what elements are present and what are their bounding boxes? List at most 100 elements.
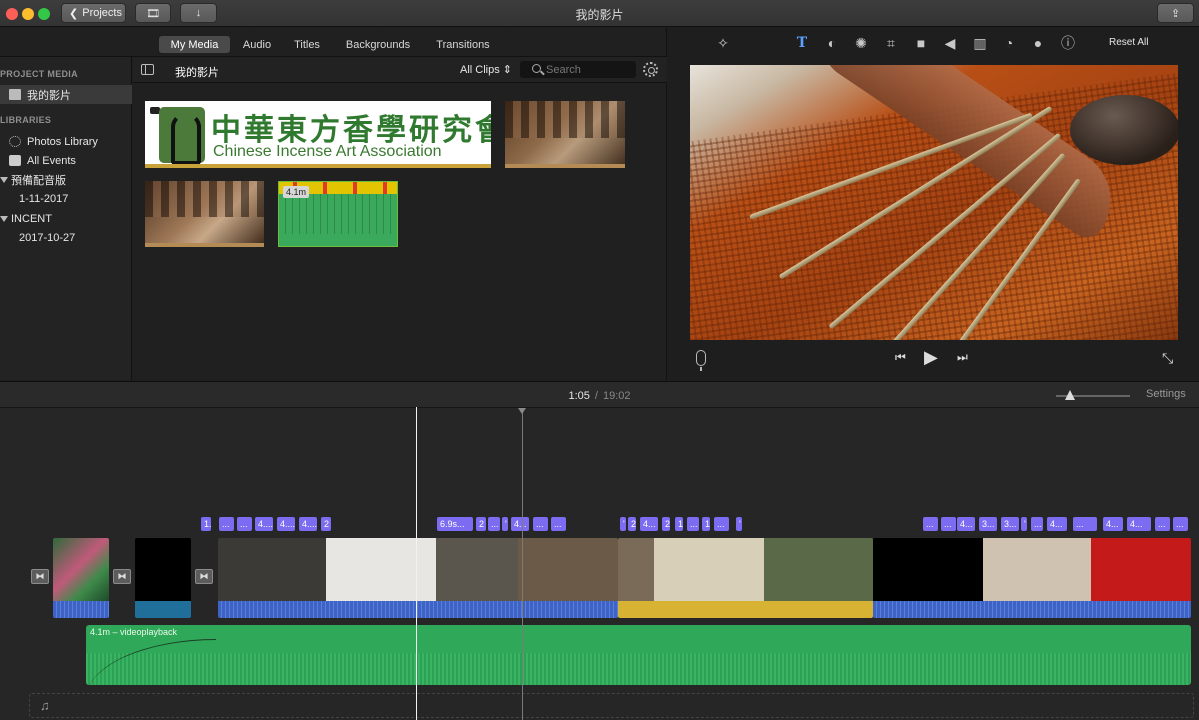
title-t-icon[interactable]: T [794, 35, 810, 51]
clip-tag[interactable]: 1. [201, 517, 211, 531]
clip-filter-select[interactable]: All Clips ⇕ [460, 63, 512, 76]
clip-tag[interactable]: ... [219, 517, 234, 531]
libraries-heading: LIBRARIES [0, 115, 52, 125]
clip-tag[interactable]: ... [1031, 517, 1043, 531]
clip-tag[interactable]: 4.... [277, 517, 295, 531]
clip-frame [135, 538, 191, 601]
sidebar-item-event-1-11-2017[interactable]: 1-11-2017 [0, 189, 132, 208]
clip-tag[interactable]: ' [736, 517, 742, 531]
transition-icon[interactable]: ⧓ [113, 569, 131, 584]
skip-back-button[interactable]: ⏮ [895, 350, 906, 368]
clip-tag[interactable]: 4.... [299, 517, 317, 531]
timeline-clip-main-3[interactable] [873, 538, 1191, 618]
tab-audio[interactable]: Audio [237, 36, 277, 53]
clip-tag[interactable]: ... [923, 517, 938, 531]
sidebar-item-all-events[interactable]: All Events [0, 151, 132, 170]
clip-tag[interactable]: ... [1155, 517, 1170, 531]
search-input[interactable]: Search [520, 61, 636, 78]
color-balance-icon[interactable]: ◐ [824, 35, 840, 51]
media-clip-audio[interactable]: 4.1m [278, 181, 398, 247]
speed-icon[interactable]: ◔ [1001, 35, 1017, 51]
timeline-clip-main-1[interactable] [218, 538, 618, 618]
video-preview[interactable] [690, 65, 1178, 340]
tab-titles[interactable]: Titles [287, 36, 327, 53]
sidebar-toggle-icon[interactable] [141, 64, 154, 75]
clip-tag[interactable]: 1 [702, 517, 710, 531]
disclosure-triangle-icon[interactable] [0, 215, 8, 222]
sidebar-item-project[interactable]: 我的影片 [0, 85, 132, 104]
transition-icon[interactable]: ⧓ [195, 569, 213, 584]
tab-my-media[interactable]: My Media [159, 36, 230, 53]
clip-frame [145, 181, 264, 218]
reset-all-button[interactable]: Reset All [1109, 37, 1148, 48]
clip-tag[interactable]: ... [1073, 517, 1097, 531]
clip-tag[interactable]: 3... [1001, 517, 1019, 531]
gear-icon[interactable] [643, 62, 658, 77]
sidebar-item-photos-library[interactable]: Photos Library [0, 132, 132, 151]
zoom-slider-knob[interactable] [1065, 390, 1075, 400]
clip-tag[interactable]: 4... [1127, 517, 1151, 531]
clip-tag[interactable]: ... [1173, 517, 1188, 531]
playhead[interactable] [416, 407, 417, 720]
music-drop-zone[interactable]: ♫ [29, 693, 1194, 718]
timeline-clip-black[interactable] [135, 538, 191, 618]
fullscreen-icon[interactable]: ⤡ [1162, 350, 1173, 368]
media-clip-interview-2[interactable] [145, 181, 264, 247]
clip-tag[interactable]: 6.9s... [437, 517, 473, 531]
clip-tag[interactable]: ... [533, 517, 548, 531]
clip-tag[interactable]: ... [714, 517, 729, 531]
tab-backgrounds[interactable]: Backgrounds [340, 36, 416, 53]
clip-frame [218, 538, 618, 601]
clip-audio-waveform [873, 601, 1191, 618]
timecode-separator: / [594, 390, 598, 402]
transition-icon[interactable]: ⧓ [31, 569, 49, 584]
timeline-clip-logo[interactable] [53, 538, 109, 618]
clip-tag[interactable]: ... [687, 517, 699, 531]
sidebar-item-library2[interactable]: INCENT [0, 209, 132, 228]
browser-header: 我的影片 All Clips ⇕ Search [133, 57, 667, 83]
tab-transitions[interactable]: Transitions [430, 36, 496, 53]
color-correction-icon[interactable]: ✺ [853, 35, 869, 51]
clip-tag[interactable]: 2 [628, 517, 636, 531]
magic-wand-icon[interactable]: ✧ [715, 35, 731, 51]
disclosure-triangle-icon[interactable] [0, 176, 8, 183]
volume-icon[interactable]: ◀ [942, 35, 958, 51]
clip-tag[interactable]: 2 [662, 517, 670, 531]
clip-tag[interactable]: ' [502, 517, 508, 531]
voiceover-mic-icon[interactable] [696, 350, 706, 371]
timeline-settings-button[interactable]: Settings [1146, 388, 1186, 400]
clip-tag[interactable]: 1 [675, 517, 683, 531]
stabilization-icon[interactable]: ■ [913, 35, 929, 51]
skimmer [518, 408, 526, 720]
media-clip-interview-1[interactable] [505, 101, 625, 168]
clip-tag[interactable]: 4... [1047, 517, 1067, 531]
clip-tag[interactable]: 3... [979, 517, 997, 531]
clip-tag[interactable]: ' [620, 517, 626, 531]
clip-tag[interactable]: 4... [640, 517, 658, 531]
sidebar-item-library1[interactable]: 預備配音版 [0, 170, 132, 189]
background-music-clip[interactable]: 4.1m – videoplayback [86, 625, 1191, 685]
skip-forward-button[interactable]: ⏭ [957, 350, 968, 368]
clip-tag[interactable]: ... [237, 517, 252, 531]
share-button[interactable]: ⇪ [1157, 3, 1194, 23]
clip-tag[interactable]: 2 [321, 517, 331, 531]
equalizer-icon[interactable]: ▥ [972, 35, 988, 51]
clip-tag[interactable]: 2 [476, 517, 486, 531]
play-button[interactable]: ▶ [924, 347, 938, 367]
media-clip-logo[interactable]: 中華東方香學研究會 Chinese Incense Art Associatio… [145, 101, 491, 168]
filter-icon[interactable]: ● [1030, 35, 1046, 51]
timeline[interactable]: 1:05/19:02 Settings 1....... 4.... 4.... 4.… [0, 381, 1199, 720]
clip-tag[interactable]: 4... [957, 517, 975, 531]
sidebar-item-event-2017-10-27[interactable]: 2017-10-27 [0, 228, 132, 247]
clip-tag[interactable]: 4... [1103, 517, 1123, 531]
clip-tag[interactable]: ... [488, 517, 500, 531]
crop-icon[interactable]: ⌗ [883, 35, 899, 51]
clip-tag[interactable]: ... [941, 517, 956, 531]
timeline-clip-main-2[interactable] [618, 538, 873, 618]
logo-english-text: Chinese Incense Art Association [213, 143, 442, 160]
clip-tag[interactable]: 4... [511, 517, 529, 531]
clip-tag[interactable]: ... [551, 517, 566, 531]
clip-tag[interactable]: 4.... [255, 517, 273, 531]
clip-tag[interactable]: ' [1021, 517, 1027, 531]
info-icon[interactable]: ⓘ [1060, 35, 1076, 51]
